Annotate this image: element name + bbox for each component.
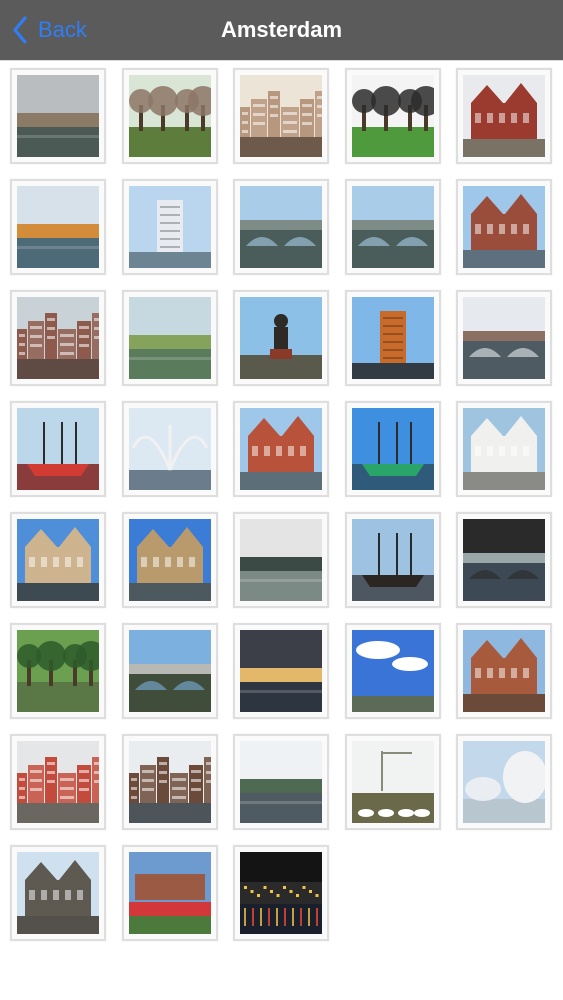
photo-image — [351, 519, 434, 601]
photo-image — [463, 297, 545, 379]
photo-image — [463, 408, 545, 490]
photo-image — [351, 75, 434, 157]
photo-image — [128, 408, 211, 490]
photo-image — [463, 75, 545, 157]
photo-thumbnail[interactable] — [233, 845, 329, 941]
photo-image — [128, 630, 211, 712]
photo-image — [463, 186, 545, 268]
photo-thumbnail[interactable] — [456, 68, 552, 164]
photo-thumbnail[interactable] — [10, 512, 106, 608]
photo-image — [351, 630, 434, 712]
photo-image — [128, 186, 211, 268]
photo-image — [240, 75, 322, 157]
photo-image — [128, 519, 211, 601]
photo-image — [240, 852, 322, 934]
photo-image — [463, 741, 545, 823]
photo-thumbnail[interactable] — [10, 401, 106, 497]
photo-thumbnail[interactable] — [10, 734, 106, 830]
photo-thumbnail[interactable] — [121, 845, 218, 941]
photo-image — [240, 519, 322, 601]
photo-thumbnail[interactable] — [456, 623, 552, 719]
photo-thumbnail[interactable] — [344, 290, 441, 386]
photo-thumbnail[interactable] — [344, 623, 441, 719]
photo-thumbnail[interactable] — [344, 734, 441, 830]
photo-thumbnail[interactable] — [344, 68, 441, 164]
photo-image — [17, 297, 99, 379]
photo-thumbnail[interactable] — [121, 512, 218, 608]
photo-image — [463, 519, 545, 601]
photo-thumbnail[interactable] — [233, 290, 329, 386]
photo-image — [240, 630, 322, 712]
back-button[interactable]: Back — [12, 14, 87, 46]
photo-thumbnail[interactable] — [121, 734, 218, 830]
photo-thumbnail[interactable] — [10, 290, 106, 386]
photo-thumbnail[interactable] — [233, 401, 329, 497]
photo-thumbnail[interactable] — [121, 68, 218, 164]
photo-image — [240, 741, 322, 823]
photo-image — [17, 852, 99, 934]
photo-image — [17, 186, 99, 268]
photo-image — [240, 297, 322, 379]
photo-image — [128, 741, 211, 823]
photo-thumbnail[interactable] — [456, 734, 552, 830]
photo-thumbnail[interactable] — [456, 179, 552, 275]
photo-image — [128, 297, 211, 379]
photo-image — [17, 519, 99, 601]
photo-thumbnail[interactable] — [344, 179, 441, 275]
photo-image — [351, 741, 434, 823]
photo-thumbnail[interactable] — [121, 179, 218, 275]
photo-image — [17, 408, 99, 490]
back-label: Back — [38, 17, 87, 42]
photo-thumbnail[interactable] — [121, 290, 218, 386]
photo-image — [463, 630, 545, 712]
photo-thumbnail[interactable] — [344, 401, 441, 497]
photo-thumbnail[interactable] — [456, 512, 552, 608]
photo-image — [17, 741, 99, 823]
photo-image — [17, 75, 99, 157]
photo-thumbnail[interactable] — [233, 512, 329, 608]
photo-image — [17, 630, 99, 712]
photo-image — [240, 186, 322, 268]
photo-thumbnail[interactable] — [121, 623, 218, 719]
photo-thumbnail[interactable] — [10, 179, 106, 275]
photo-thumbnail[interactable] — [233, 623, 329, 719]
photo-thumbnail[interactable] — [233, 734, 329, 830]
photo-thumbnail[interactable] — [233, 179, 329, 275]
chevron-left-icon — [12, 16, 28, 44]
photo-image — [240, 408, 322, 490]
photo-image — [351, 297, 434, 379]
photo-thumbnail[interactable] — [10, 845, 106, 941]
navigation-bar: Back Amsterdam — [0, 0, 563, 60]
photo-thumbnail[interactable] — [344, 512, 441, 608]
photo-thumbnail[interactable] — [233, 68, 329, 164]
photo-image — [128, 852, 211, 934]
photo-thumbnail[interactable] — [456, 290, 552, 386]
photo-image — [351, 186, 434, 268]
photo-thumbnail[interactable] — [10, 623, 106, 719]
photo-thumbnail[interactable] — [10, 68, 106, 164]
photo-thumbnail[interactable] — [121, 401, 218, 497]
photo-image — [351, 408, 434, 490]
photo-thumbnail[interactable] — [456, 401, 552, 497]
photo-image — [128, 75, 211, 157]
